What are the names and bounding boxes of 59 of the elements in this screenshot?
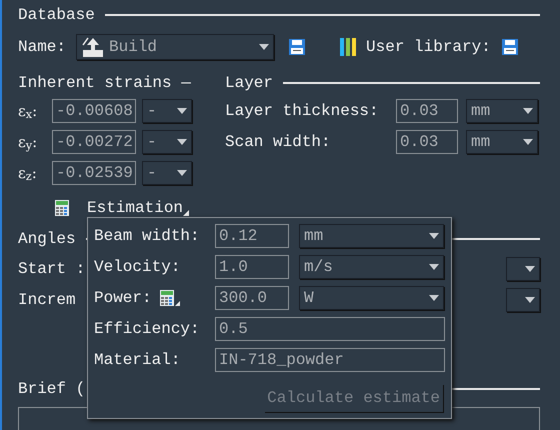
caret-icon (525, 297, 535, 303)
input-field[interactable]: -0.02539 (52, 161, 136, 185)
corner-icon (174, 301, 180, 306)
calculator-icon (55, 200, 69, 216)
unit-dropdown[interactable]: - (142, 99, 192, 123)
caret-icon (177, 108, 187, 114)
field-label: Increm (18, 292, 76, 308)
field-label: Scan width: (225, 134, 332, 150)
caret-icon (429, 295, 439, 301)
input-field[interactable]: 0.5 (215, 317, 445, 341)
section-title: Brief ( (18, 381, 86, 397)
field-label: Power: (94, 290, 152, 306)
unit-dropdown[interactable]: mm (466, 99, 538, 123)
field-label: Velocity: (94, 259, 180, 275)
field-label: Beam width: (94, 228, 200, 244)
input-field[interactable]: 1.0 (215, 255, 289, 279)
field-label: Start : (18, 261, 86, 277)
field-label: Name: (18, 39, 66, 55)
caret-icon (429, 264, 439, 270)
strain-label: ε$_{y}$: (18, 134, 38, 150)
corner-icon (183, 210, 190, 216)
unit-dropdown[interactable]: m/s (299, 255, 444, 279)
strain-label: ε$_{x}$: (18, 104, 38, 118)
caret-icon (525, 266, 535, 272)
books-icon (340, 38, 358, 56)
input-field[interactable]: 0.03 (396, 99, 458, 123)
section-title: Database (18, 7, 95, 23)
upload-icon (81, 37, 106, 57)
caret-icon (177, 170, 187, 176)
calculator-icon (160, 290, 174, 306)
unit-dropdown[interactable]: mm (299, 224, 444, 248)
field-label: Efficiency: (94, 321, 200, 337)
unit-dropdown[interactable]: - (142, 161, 192, 185)
unit-dropdown[interactable]: mm (466, 130, 538, 154)
caret-icon (177, 139, 187, 145)
unit-dropdown[interactable]: W (299, 286, 444, 310)
input-field[interactable]: 300.0 (215, 286, 289, 310)
input-field[interactable]: IN-718_powder (215, 348, 445, 372)
field-label: User library: (366, 39, 491, 55)
save-icon[interactable] (288, 38, 306, 56)
section-title: Layer (225, 75, 274, 91)
input-field[interactable]: -0.00272 (52, 130, 136, 154)
angle-dropdown[interactable] (506, 288, 540, 312)
unit-dropdown[interactable]: - (142, 130, 192, 154)
estimation-button[interactable]: Estimation (87, 200, 190, 216)
name-dropdown[interactable]: Build (76, 34, 274, 60)
caret-icon (523, 108, 533, 114)
input-field[interactable]: 0.12 (215, 224, 289, 248)
strain-label: ε$_{z}$: (18, 166, 38, 180)
section-title: Inherent strains — (18, 75, 191, 91)
field-label: Material: (94, 352, 180, 368)
angle-dropdown[interactable] (506, 257, 540, 281)
input-field[interactable]: -0.00608 (52, 99, 136, 123)
save-icon[interactable] (500, 38, 519, 56)
input-field[interactable]: 0.03 (396, 130, 458, 154)
caret-icon (259, 44, 270, 50)
field-label: Layer thickness: (225, 103, 380, 119)
section-title: Angles (18, 231, 76, 247)
caret-icon (523, 139, 533, 145)
